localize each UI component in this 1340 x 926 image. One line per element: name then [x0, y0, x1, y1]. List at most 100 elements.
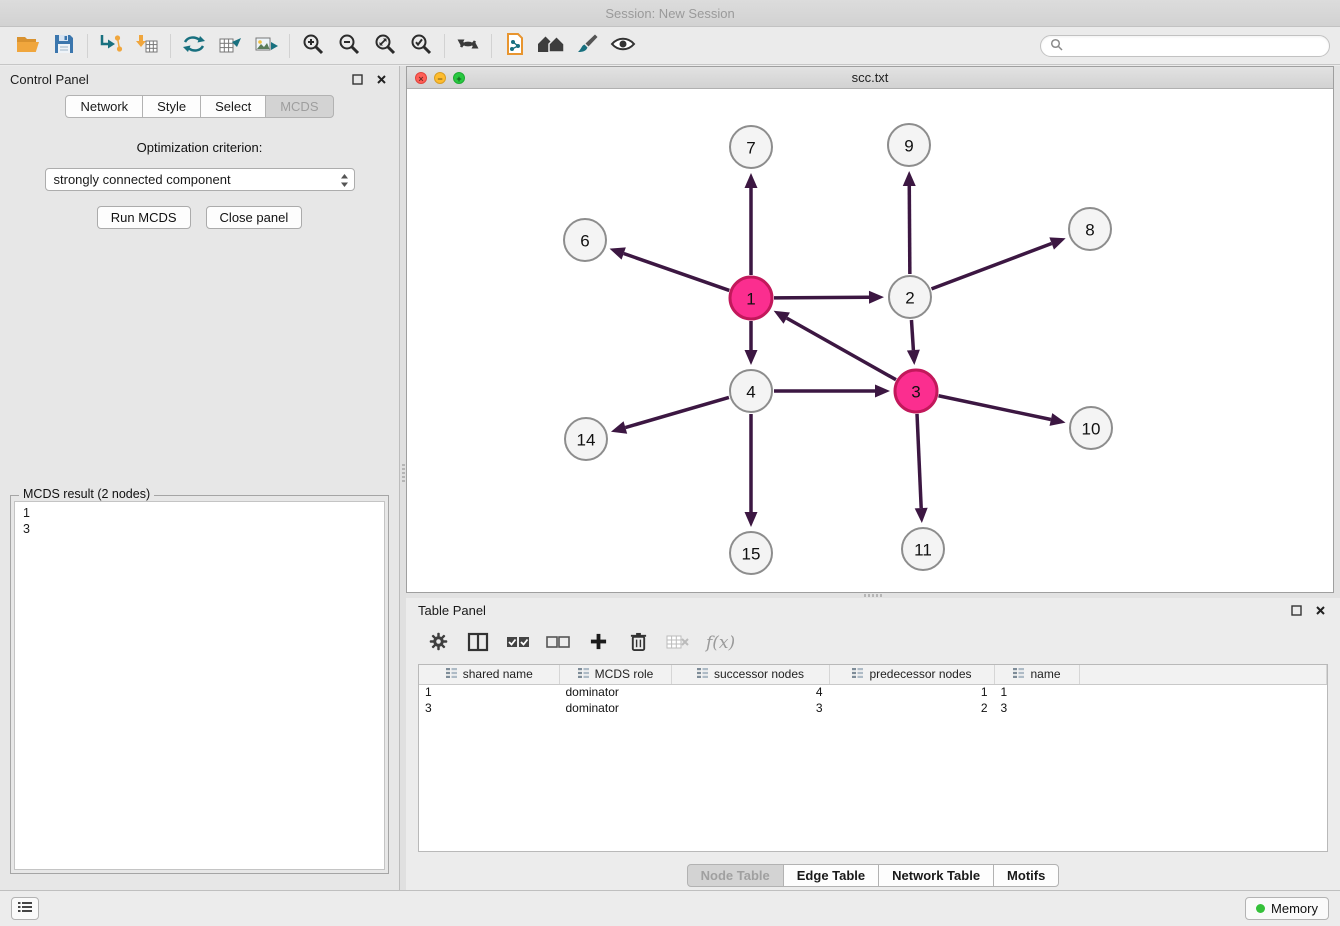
- graph-edge-3-11[interactable]: [917, 414, 921, 508]
- column-label: successor nodes: [714, 667, 804, 681]
- export-image-button[interactable]: [248, 31, 284, 61]
- cell-shared-name[interactable]: 3: [419, 700, 559, 716]
- graph-node-4[interactable]: 4: [730, 370, 772, 412]
- graph-node-3[interactable]: 3: [895, 370, 937, 412]
- export-network-button[interactable]: [176, 31, 212, 61]
- graph-node-label: 15: [742, 545, 761, 564]
- graph-edge-2-9[interactable]: [909, 186, 910, 274]
- search-field[interactable]: [1040, 35, 1330, 57]
- graph-node-8[interactable]: 8: [1069, 208, 1111, 250]
- delete-column-button[interactable]: [622, 628, 654, 658]
- close-panel-button[interactable]: Close panel: [206, 206, 303, 229]
- zoom-fit-button[interactable]: [367, 31, 403, 61]
- graph-node-label: 6: [580, 232, 589, 251]
- horizontal-splitter[interactable]: [406, 593, 1340, 598]
- checked-boxes-icon: [506, 634, 530, 653]
- close-panel-icon[interactable]: [373, 71, 389, 87]
- network-canvas[interactable]: 7 9 6 8 1 2 4 3 14 10 15 11: [407, 89, 1333, 592]
- import-network-button[interactable]: [93, 31, 129, 61]
- deselect-all-button[interactable]: [542, 628, 574, 658]
- graph-node-14[interactable]: 14: [565, 418, 607, 460]
- graph-edge-1-2[interactable]: [774, 297, 869, 298]
- tab-style[interactable]: Style: [142, 95, 201, 118]
- zoom-window-button[interactable]: +: [453, 72, 465, 84]
- add-column-button[interactable]: [582, 628, 614, 658]
- graph-edge-4-14[interactable]: [625, 397, 729, 427]
- search-input[interactable]: [1069, 38, 1320, 53]
- document-share-button[interactable]: [497, 31, 533, 61]
- graph-edge-1-6[interactable]: [624, 254, 730, 291]
- graph-node-15[interactable]: 15: [730, 532, 772, 574]
- show-hide-button[interactable]: [605, 31, 641, 61]
- function-builder-label[interactable]: f(x): [702, 633, 735, 653]
- tab-mcds[interactable]: MCDS: [265, 95, 333, 118]
- float-panel-icon[interactable]: [349, 71, 365, 87]
- cell-predecessor-nodes[interactable]: 1: [829, 684, 994, 700]
- tab-network[interactable]: Network: [65, 95, 143, 118]
- table-row[interactable]: 1 dominator 4 1 1: [419, 684, 1327, 700]
- open-session-button[interactable]: [10, 31, 46, 61]
- float-table-panel-icon[interactable]: [1288, 602, 1304, 618]
- show-columns-button[interactable]: [462, 628, 494, 658]
- zoom-out-button[interactable]: [331, 31, 367, 61]
- graph-edge-2-3[interactable]: [911, 320, 913, 350]
- tab-edge-table[interactable]: Edge Table: [783, 864, 879, 887]
- column-header-mcds-role[interactable]: MCDS role: [559, 665, 671, 684]
- graph-node-6[interactable]: 6: [564, 219, 606, 261]
- graph-node-label: 10: [1082, 420, 1101, 439]
- tab-motifs[interactable]: Motifs: [993, 864, 1059, 887]
- zoom-in-button[interactable]: [295, 31, 331, 61]
- style-button[interactable]: [569, 31, 605, 61]
- cell-mcds-role[interactable]: dominator: [559, 700, 671, 716]
- refresh-button[interactable]: [450, 31, 486, 61]
- cell-mcds-role[interactable]: dominator: [559, 684, 671, 700]
- table-row[interactable]: 3 dominator 3 2 3: [419, 700, 1327, 716]
- cell-successor-nodes[interactable]: 4: [671, 684, 829, 700]
- select-all-button[interactable]: [502, 628, 534, 658]
- status-bar: Memory: [0, 890, 1340, 926]
- column-header-name[interactable]: name: [994, 665, 1079, 684]
- tab-select[interactable]: Select: [200, 95, 266, 118]
- graph-edge-2-8[interactable]: [932, 243, 1052, 288]
- paintbrush-icon: [575, 33, 599, 58]
- cell-successor-nodes[interactable]: 3: [671, 700, 829, 716]
- criterion-dropdown[interactable]: strongly connected component: [45, 168, 355, 191]
- node-table[interactable]: shared name MCDS role successor nodes pr…: [418, 664, 1328, 852]
- toolbar-separator: [491, 34, 492, 58]
- minimize-window-button[interactable]: −: [434, 72, 446, 84]
- graph-node-1[interactable]: 1: [730, 277, 772, 319]
- table-settings-button[interactable]: [422, 628, 454, 658]
- column-header-successor-nodes[interactable]: successor nodes: [671, 665, 829, 684]
- graph-edge-3-1[interactable]: [787, 318, 896, 380]
- import-table-button[interactable]: [129, 31, 165, 61]
- run-mcds-button[interactable]: Run MCDS: [97, 206, 191, 229]
- delete-table-icon: [666, 633, 690, 654]
- cell-name[interactable]: 1: [994, 684, 1079, 700]
- graph-node-2[interactable]: 2: [889, 276, 931, 318]
- column-header-shared-name[interactable]: shared name: [419, 665, 559, 684]
- graph-node-11[interactable]: 11: [902, 528, 944, 570]
- column-header-predecessor-nodes[interactable]: predecessor nodes: [829, 665, 994, 684]
- tab-network-table[interactable]: Network Table: [878, 864, 994, 887]
- graph-node-7[interactable]: 7: [730, 126, 772, 168]
- graph-edge-3-10[interactable]: [939, 396, 1051, 420]
- table-toolbar: f(x): [406, 622, 1340, 664]
- mcds-result-text[interactable]: 1 3: [14, 501, 385, 870]
- cell-name[interactable]: 3: [994, 700, 1079, 716]
- main-toolbar: [0, 27, 1340, 65]
- home-button[interactable]: [533, 31, 569, 61]
- tab-node-table[interactable]: Node Table: [687, 864, 784, 887]
- zoom-selected-button[interactable]: [403, 31, 439, 61]
- cell-shared-name[interactable]: 1: [419, 684, 559, 700]
- vertical-splitter[interactable]: [400, 66, 406, 890]
- export-table-button[interactable]: [212, 31, 248, 61]
- close-window-button[interactable]: ×: [415, 72, 427, 84]
- memory-button[interactable]: Memory: [1245, 897, 1329, 920]
- task-history-button[interactable]: [11, 897, 39, 920]
- graph-node-9[interactable]: 9: [888, 124, 930, 166]
- close-table-panel-icon[interactable]: [1312, 602, 1328, 618]
- cell-predecessor-nodes[interactable]: 2: [829, 700, 994, 716]
- save-session-button[interactable]: [46, 31, 82, 61]
- network-graph[interactable]: 7 9 6 8 1 2 4 3 14 10 15 11: [407, 89, 1333, 592]
- graph-node-10[interactable]: 10: [1070, 407, 1112, 449]
